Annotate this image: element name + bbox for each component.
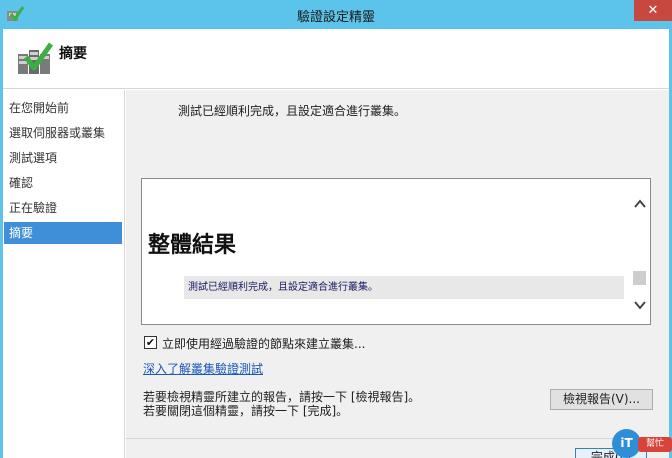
create-cluster-label[interactable]: 立即使用經過驗證的節點來建立叢集...	[162, 335, 365, 352]
main-content: 測試已經順利完成，且設定適合進行叢集。 整體結果 測試已經順利完成，且設定適合進…	[126, 90, 669, 458]
ithelp-watermark-logo: iT 幫忙	[612, 429, 672, 458]
report-heading: 整體結果	[148, 232, 237, 258]
page-title: 摘要	[59, 46, 87, 62]
report-result-line: 測試已經順利完成，且設定適合進行叢集。	[184, 276, 624, 299]
instruction-finish: 若要關閉這個精靈，請按一下 [完成]。	[143, 404, 349, 418]
learn-more-link[interactable]: 深入了解叢集驗證測試	[143, 360, 263, 377]
scroll-down-icon[interactable]	[630, 297, 650, 313]
title-bar[interactable]: 驗證設定精靈 ✕	[0, 0, 672, 29]
instructions-text: 若要檢視精靈所建立的報告，請按一下 [檢視報告]。 若要關閉這個精靈，請按一下 …	[143, 390, 420, 418]
create-cluster-checkbox[interactable]: ✔	[144, 336, 157, 349]
close-button[interactable]: ✕	[634, 0, 672, 21]
status-text: 測試已經順利完成，且設定適合進行叢集。	[178, 104, 407, 118]
sidebar-item-confirmation[interactable]: 確認	[4, 172, 122, 194]
sidebar-item-before-you-begin[interactable]: 在您開始前	[4, 97, 122, 119]
sidebar-item-validating[interactable]: 正在驗證	[4, 197, 122, 219]
wizard-window: 摘要 在您開始前 選取伺服器或叢集 測試選項 確認 正在驗證 摘要 測試已經順利…	[3, 29, 669, 458]
cluster-validation-icon	[18, 42, 54, 74]
scroll-thumb[interactable]	[633, 271, 646, 285]
sidebar-item-select-servers[interactable]: 選取伺服器或叢集	[4, 122, 122, 144]
footer-divider	[126, 438, 669, 439]
watermark-circle: iT	[612, 429, 641, 458]
window-title: 驗證設定精靈	[296, 10, 375, 25]
scroll-up-icon[interactable]	[630, 196, 650, 212]
wizard-steps-sidebar: 在您開始前 選取伺服器或叢集 測試選項 確認 正在驗證 摘要	[3, 90, 125, 458]
instruction-view-report: 若要檢視精靈所建立的報告，請按一下 [檢視報告]。	[143, 390, 421, 404]
sidebar-item-summary[interactable]: 摘要	[4, 222, 122, 244]
sidebar-item-testing-options[interactable]: 測試選項	[4, 147, 122, 169]
view-report-button[interactable]: 檢視報告(V)...	[550, 389, 653, 410]
report-viewer[interactable]: 整體結果 測試已經順利完成，且設定適合進行叢集。	[141, 178, 651, 325]
wizard-header: 摘要	[3, 29, 669, 89]
watermark-tag: 幫忙	[638, 437, 672, 452]
